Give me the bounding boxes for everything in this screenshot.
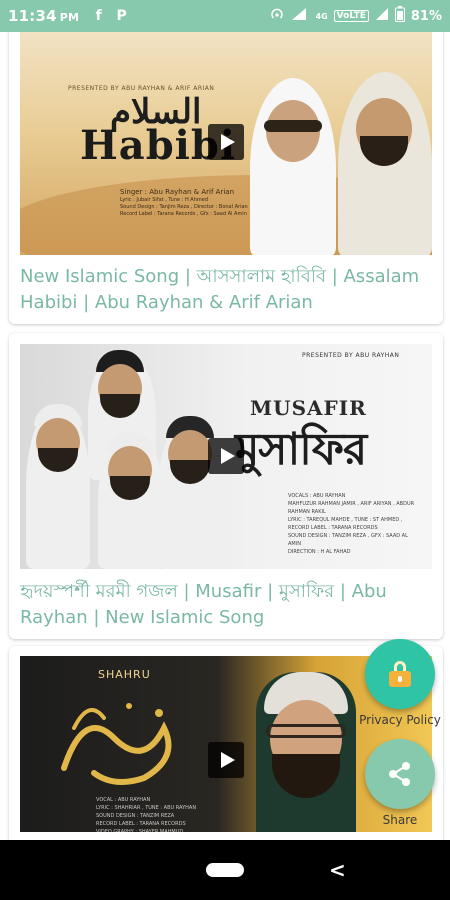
video-title[interactable]: New Islamic Song | আসসালাম হাবিবি | Assa…	[20, 264, 432, 316]
singer-figure	[26, 404, 90, 569]
thumbnail-presented: PRESENTED BY ABU RAYHAN	[302, 352, 400, 359]
facebook-icon: f	[95, 7, 102, 24]
video-title[interactable]: হৃদয়স্পর্শী মরমী গজল | Musafir | মুসাফি…	[20, 579, 432, 631]
battery-percent: 81%	[410, 8, 442, 24]
singer-figure	[338, 72, 432, 255]
singer-figure	[256, 672, 356, 832]
privacy-policy-label: Privacy Policy	[359, 713, 441, 727]
thumbnail-credits: VOCALS : ABU RAYHAN MAHFUZUR RAHMAN JAMI…	[288, 493, 415, 555]
status-bar: 11:34 PM f P 4G VoLTE 81%	[0, 0, 450, 32]
share-label: Share	[382, 813, 418, 827]
home-pill-icon[interactable]	[206, 863, 244, 877]
play-icon[interactable]	[208, 124, 244, 160]
network-label: 4G	[315, 11, 328, 21]
thumbnail-presented: PRESENTED BY ABU RAYHAN & ARIF ARIAN	[68, 85, 215, 92]
video-feed[interactable]: PRESENTED BY ABU RAYHAN & ARIF ARIAN الس…	[0, 32, 450, 840]
video-card[interactable]: PRESENTED BY ABU RAYHAN MUSAFIR মুসাফির …	[9, 333, 443, 639]
video-card[interactable]: PRESENTED BY ABU RAYHAN & ARIF ARIAN الس…	[9, 32, 443, 324]
thumbnail-credits: VOCAL : ABU RAYHAN LYRIC : SHAHRIAR , TU…	[96, 797, 197, 832]
share-button[interactable]	[365, 739, 435, 809]
status-time: 11:34 PM	[8, 7, 80, 25]
p-icon: P	[116, 7, 127, 24]
thumbnail-title-bn: মুসাফির	[235, 424, 367, 475]
volte-badge: VoLTE	[333, 10, 369, 22]
calligraphy-art	[61, 703, 172, 785]
privacy-policy-button[interactable]	[365, 639, 435, 709]
network-icon	[290, 7, 310, 25]
play-icon[interactable]	[208, 438, 244, 474]
signal-icon	[375, 7, 389, 25]
video-thumbnail[interactable]: PRESENTED BY ABU RAYHAN & ARIF ARIAN الس…	[20, 32, 432, 255]
thumbnail-credits: Singer : Abu Rayhan & Arif Arian Lyric :…	[120, 188, 248, 217]
status-right: 4G VoLTE 81%	[270, 6, 442, 26]
video-thumbnail[interactable]: PRESENTED BY ABU RAYHAN MUSAFIR মুসাফির …	[20, 344, 432, 569]
thumbnail-heading: SHAHRU	[98, 668, 151, 681]
share-icon	[389, 762, 410, 786]
singer-figure	[250, 78, 336, 255]
battery-icon	[394, 6, 405, 26]
status-app-icons: f P	[91, 7, 129, 24]
back-icon[interactable]: <	[329, 858, 346, 882]
hotspot-icon	[270, 7, 284, 25]
play-icon[interactable]	[208, 742, 244, 778]
singer-figure	[98, 432, 164, 569]
system-nav-bar: <	[0, 840, 450, 900]
lock-icon	[389, 661, 411, 687]
